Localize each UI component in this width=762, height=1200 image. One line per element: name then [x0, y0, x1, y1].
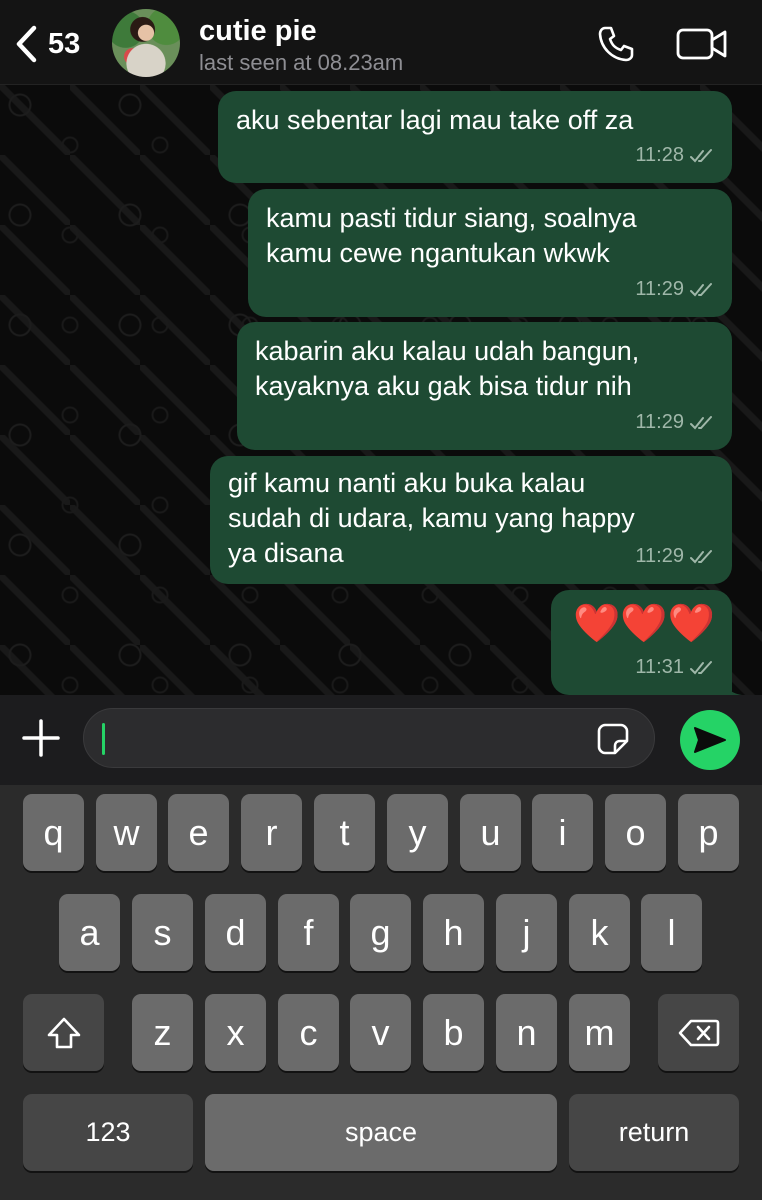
- key-j[interactable]: j: [496, 894, 557, 971]
- key-n[interactable]: n: [496, 994, 557, 1071]
- message-meta: 11:29: [635, 405, 716, 440]
- message-line: kayaknya aku gak bisa tidur nih: [255, 371, 632, 401]
- keyboard: q w e r t y u i o p a s d f g h j k l z …: [0, 785, 762, 1200]
- key-x[interactable]: x: [205, 994, 266, 1071]
- key-h[interactable]: h: [423, 894, 484, 971]
- voice-call-button[interactable]: [596, 24, 636, 64]
- space-key[interactable]: space: [205, 1094, 557, 1171]
- chevron-left-icon: [16, 25, 37, 63]
- shift-key[interactable]: [23, 994, 104, 1071]
- message-time: 11:29: [635, 545, 684, 567]
- key-a[interactable]: a: [59, 894, 120, 971]
- key-u[interactable]: u: [460, 794, 521, 871]
- backspace-icon: [678, 1019, 719, 1046]
- message-bubble[interactable]: gif kamu nanti aku buka kalau sudah di u…: [210, 456, 732, 584]
- message-bubble[interactable]: kamu pasti tidur siang, soalnya kamu cew…: [248, 189, 732, 317]
- message-bubble[interactable]: ❤️❤️❤️ 11:31: [551, 590, 742, 695]
- message-meta: 11:31: [635, 650, 716, 685]
- key-f[interactable]: f: [278, 894, 339, 971]
- message-bubble[interactable]: kabarin aku kalau udah bangun, kayaknya …: [237, 322, 732, 450]
- sticker-icon: [597, 723, 629, 755]
- message-line: kabarin aku kalau udah bangun,: [255, 336, 640, 366]
- message-meta: 11:28: [635, 138, 716, 173]
- double-check-icon: [690, 282, 712, 296]
- attach-button[interactable]: [20, 717, 62, 759]
- numbers-key[interactable]: 123: [23, 1094, 193, 1171]
- key-y[interactable]: y: [387, 794, 448, 871]
- contact-name[interactable]: cutie pie: [199, 15, 317, 48]
- key-e[interactable]: e: [168, 794, 229, 871]
- message-text: kabarin aku kalau udah bangun, kayaknya …: [255, 334, 639, 404]
- message-line: ❤️❤️❤️: [573, 603, 715, 645]
- message-text: ❤️❤️❤️: [573, 602, 715, 646]
- key-w[interactable]: w: [96, 794, 157, 871]
- message-line: kamu pasti tidur siang, soalnya: [266, 203, 637, 233]
- message-text: gif kamu nanti aku buka kalau sudah di u…: [228, 466, 635, 571]
- text-cursor: [102, 723, 105, 755]
- send-icon: [694, 727, 726, 753]
- key-t[interactable]: t: [314, 794, 375, 871]
- key-d[interactable]: d: [205, 894, 266, 971]
- message-text: kamu pasti tidur siang, soalnya kamu cew…: [266, 201, 637, 271]
- return-key[interactable]: return: [569, 1094, 739, 1171]
- message-bubble[interactable]: aku sebentar lagi mau take off za 11:28: [218, 91, 732, 183]
- phone-icon: [598, 26, 634, 62]
- avatar[interactable]: [112, 9, 180, 77]
- video-camera-icon: [676, 28, 727, 60]
- key-z[interactable]: z: [132, 994, 193, 1071]
- key-r[interactable]: r: [241, 794, 302, 871]
- double-check-icon: [690, 660, 712, 674]
- key-c[interactable]: c: [278, 994, 339, 1071]
- back-button[interactable]: 53: [14, 22, 104, 66]
- key-q[interactable]: q: [23, 794, 84, 871]
- message-text: aku sebentar lagi mau take off za: [236, 103, 633, 138]
- message-line: gif kamu nanti aku buka kalau: [228, 468, 586, 498]
- double-check-icon: [690, 148, 712, 162]
- video-call-button[interactable]: [676, 26, 728, 62]
- message-input[interactable]: [83, 708, 655, 768]
- double-check-icon: [690, 415, 712, 429]
- shift-arrow-icon: [47, 1017, 80, 1048]
- message-meta: 11:29: [635, 272, 716, 307]
- message-line: kamu cewe ngantukan wkwk: [266, 238, 610, 268]
- key-o[interactable]: o: [605, 794, 666, 871]
- message-line: aku sebentar lagi mau take off za: [236, 105, 634, 135]
- message-line: sudah di udara, kamu yang happy: [228, 503, 635, 533]
- bubble-tail: [722, 677, 742, 695]
- message-time: 11:29: [635, 411, 684, 433]
- chat-header: 53 cutie pie last seen at 08.23am: [0, 0, 762, 85]
- key-i[interactable]: i: [532, 794, 593, 871]
- last-seen-status: last seen at 08.23am: [199, 50, 404, 75]
- key-b[interactable]: b: [423, 994, 484, 1071]
- unread-count: 53: [48, 27, 81, 60]
- key-v[interactable]: v: [350, 994, 411, 1071]
- message-time: 11:28: [635, 144, 684, 166]
- key-s[interactable]: s: [132, 894, 193, 971]
- key-l[interactable]: l: [641, 894, 702, 971]
- backspace-key[interactable]: [658, 994, 739, 1071]
- message-meta: 11:29: [635, 539, 716, 574]
- key-p[interactable]: p: [678, 794, 739, 871]
- sticker-button[interactable]: [596, 722, 630, 756]
- message-time: 11:31: [635, 656, 684, 678]
- plus-icon: [22, 719, 60, 757]
- double-check-icon: [690, 549, 712, 563]
- key-g[interactable]: g: [350, 894, 411, 971]
- chat-area[interactable]: aku sebentar lagi mau take off za 11:28 …: [0, 85, 762, 695]
- send-button[interactable]: [680, 710, 740, 770]
- message-line: ya disana: [228, 538, 344, 568]
- message-composer: [0, 695, 762, 785]
- message-time: 11:29: [635, 278, 684, 300]
- key-m[interactable]: m: [569, 994, 630, 1071]
- key-k[interactable]: k: [569, 894, 630, 971]
